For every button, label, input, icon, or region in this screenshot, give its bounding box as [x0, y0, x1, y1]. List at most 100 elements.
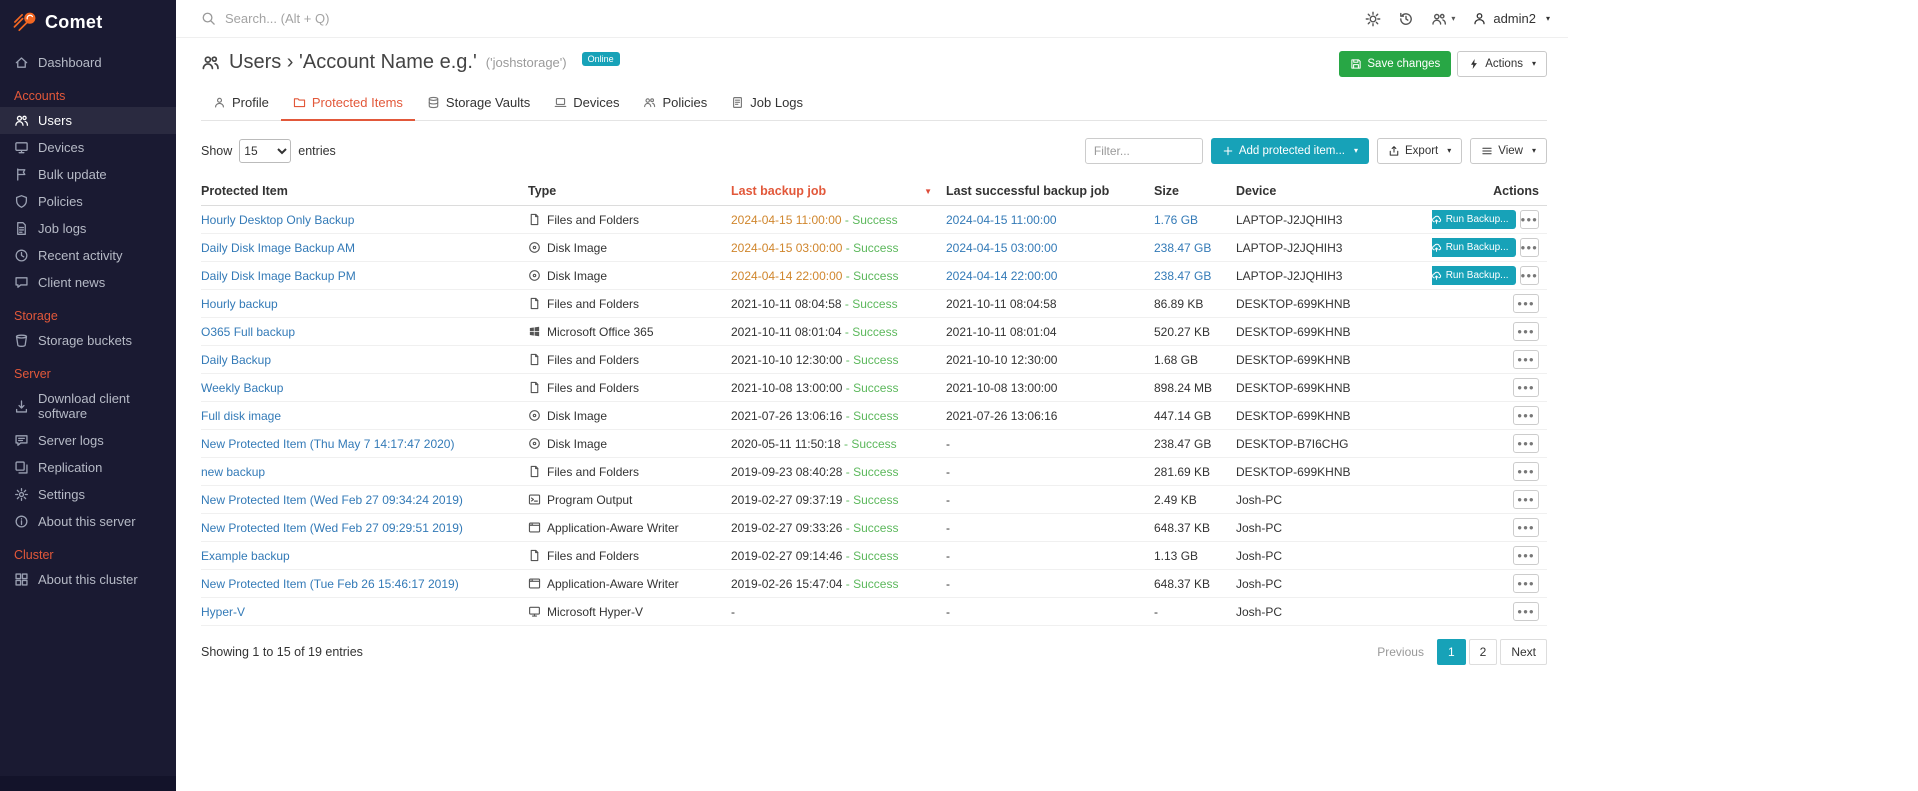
sidebar-item-label: Replication	[38, 460, 103, 475]
sidebar-item-users[interactable]: Users	[0, 107, 176, 134]
row-actions-menu-button[interactable]: ●●●	[1513, 574, 1539, 593]
sidebar-item-recent-activity[interactable]: Recent activity	[0, 242, 176, 269]
row-actions-menu-button[interactable]: ●●●	[1513, 322, 1539, 341]
view-button[interactable]: View ▾	[1470, 138, 1547, 164]
page-size-control: Show 15 entries	[201, 139, 336, 163]
add-protected-item-button[interactable]: Add protected item... ▾	[1210, 138, 1369, 164]
sidebar-item-download-client-software[interactable]: Download client software	[0, 385, 176, 427]
history-icon	[1398, 11, 1414, 27]
row-actions-menu-button[interactable]: ●●●	[1513, 602, 1539, 621]
last-successful-job-link[interactable]: 2024-04-14 22:00:00	[946, 269, 1057, 283]
row-actions-menu-button[interactable]: ●●●	[1513, 546, 1539, 565]
row-actions-menu-button[interactable]: ●●●	[1513, 378, 1539, 397]
cell-device: DESKTOP-B7I6CHG	[1236, 429, 1432, 458]
last-successful-job-link[interactable]: 2024-04-15 03:00:00	[946, 241, 1057, 255]
sidebar-item-server-logs[interactable]: Server logs	[0, 427, 176, 454]
page-next[interactable]: Next	[1500, 639, 1547, 665]
protected-item-link[interactable]: Daily Disk Image Backup AM	[201, 241, 355, 255]
sidebar-item-bulk-update[interactable]: Bulk update	[0, 161, 176, 188]
app-logo[interactable]: Comet	[0, 0, 176, 43]
page-previous[interactable]: Previous	[1367, 640, 1434, 664]
last-backup-job-link[interactable]: 2024-04-14 22:00:00	[731, 269, 842, 283]
type-label: Files and Folders	[547, 352, 640, 367]
protected-item-link[interactable]: Daily Backup	[201, 353, 271, 367]
row-actions-menu-button[interactable]: ●●●	[1513, 434, 1539, 453]
page-1[interactable]: 1	[1436, 639, 1466, 665]
entries-select[interactable]: 15	[239, 139, 292, 163]
job-status: - Success	[841, 324, 898, 339]
sidebar-item-about-this-server[interactable]: About this server	[0, 508, 176, 535]
job-status: - Success	[842, 408, 899, 423]
size-link[interactable]: 238.47 GB	[1154, 241, 1211, 255]
protected-item-link[interactable]: Hyper-V	[201, 605, 245, 619]
column-label: Last backup job	[731, 184, 827, 198]
column-header-device[interactable]: Device	[1236, 177, 1432, 206]
protected-item-link[interactable]: New Protected Item (Wed Feb 27 09:34:24 …	[201, 493, 463, 507]
row-actions-menu-button[interactable]: ●●●	[1513, 490, 1539, 509]
last-backup-job-link[interactable]: 2024-04-15 11:00:00	[731, 213, 842, 227]
last-backup-job-link: 2019-02-26 15:47:04	[731, 576, 843, 591]
tab-policies[interactable]: Policies	[631, 88, 719, 121]
size-link[interactable]: 1.76 GB	[1154, 213, 1198, 227]
row-actions-menu-button[interactable]: ●●●	[1513, 518, 1539, 537]
sidebar-item-devices[interactable]: Devices	[0, 134, 176, 161]
row-actions-menu-button[interactable]: ●●●	[1513, 406, 1539, 425]
protected-item-link[interactable]: O365 Full backup	[201, 325, 295, 339]
run-backup-button[interactable]: Run Backup...	[1432, 238, 1516, 257]
sidebar-item-label: About this server	[38, 514, 136, 529]
export-button[interactable]: Export ▾	[1377, 138, 1463, 164]
column-header-type[interactable]: Type	[528, 177, 731, 206]
account-menu[interactable]: admin2 ▾	[1472, 11, 1550, 26]
clipboard-icon	[731, 96, 744, 109]
history-button[interactable]	[1398, 11, 1414, 27]
protected-item-link[interactable]: New Protected Item (Thu May 7 14:17:47 2…	[201, 437, 454, 451]
column-header-protected-item[interactable]: Protected Item	[201, 177, 528, 206]
size-link[interactable]: 238.47 GB	[1154, 269, 1211, 283]
last-successful-job-link[interactable]: 2024-04-15 11:00:00	[946, 213, 1057, 227]
sidebar-item-about-this-cluster[interactable]: About this cluster	[0, 566, 176, 593]
sidebar-item-job-logs[interactable]: Job logs	[0, 215, 176, 242]
cell-type: Microsoft Office 365	[528, 317, 731, 346]
last-backup-job-link[interactable]: 2024-04-15 03:00:00	[731, 241, 842, 255]
sidebar-item-settings[interactable]: Settings	[0, 481, 176, 508]
sidebar-item-client-news[interactable]: Client news	[0, 269, 176, 296]
row-actions-menu-button[interactable]: ●●●	[1513, 462, 1539, 481]
protected-item-link[interactable]: Hourly Desktop Only Backup	[201, 213, 354, 227]
sidebar-item-replication[interactable]: Replication	[0, 454, 176, 481]
sidebar-item-policies[interactable]: Policies	[0, 188, 176, 215]
row-actions-menu-button[interactable]: ●●●	[1513, 294, 1539, 313]
protected-item-link[interactable]: Weekly Backup	[201, 381, 283, 395]
row-actions-menu-button[interactable]: ●●●	[1519, 238, 1539, 257]
search-input[interactable]	[225, 11, 455, 26]
protected-item-link[interactable]: Hourly backup	[201, 297, 278, 311]
row-actions-menu-button[interactable]: ●●●	[1519, 266, 1539, 285]
protected-item-link[interactable]: Daily Disk Image Backup PM	[201, 269, 356, 283]
column-header-last-backup-job[interactable]: Last backup job ▼	[731, 177, 946, 206]
protected-item-link[interactable]: Full disk image	[201, 409, 281, 423]
user-switch-menu[interactable]: ▾	[1431, 11, 1455, 27]
theme-toggle-button[interactable]	[1365, 11, 1381, 27]
caret-down-icon: ▾	[1447, 146, 1452, 155]
row-actions-menu-button[interactable]: ●●●	[1513, 350, 1539, 369]
type-label: Files and Folders	[547, 296, 640, 311]
protected-item-link[interactable]: New Protected Item (Tue Feb 26 15:46:17 …	[201, 577, 459, 591]
tab-devices[interactable]: Devices	[542, 88, 631, 121]
protected-item-link[interactable]: new backup	[201, 465, 265, 479]
actions-button[interactable]: Actions ▾	[1457, 51, 1547, 77]
filter-input[interactable]	[1084, 138, 1203, 164]
page-2[interactable]: 2	[1468, 639, 1498, 665]
tab-profile[interactable]: Profile	[201, 88, 281, 121]
protected-item-link[interactable]: Example backup	[201, 549, 290, 563]
tab-job-logs[interactable]: Job Logs	[719, 88, 815, 121]
column-header-size[interactable]: Size	[1154, 177, 1236, 206]
run-backup-button[interactable]: Run Backup...	[1432, 266, 1516, 285]
sidebar-item-storage-buckets[interactable]: Storage buckets	[0, 327, 176, 354]
run-backup-button[interactable]: Run Backup...	[1432, 210, 1516, 229]
sidebar-item-dashboard[interactable]: Dashboard	[0, 49, 176, 76]
column-header-last-successful-backup-job[interactable]: Last successful backup job	[946, 177, 1154, 206]
tab-storage-vaults[interactable]: Storage Vaults	[415, 88, 542, 121]
tab-protected-items[interactable]: Protected Items	[280, 88, 415, 121]
save-changes-button[interactable]: Save changes	[1339, 51, 1452, 77]
row-actions-menu-button[interactable]: ●●●	[1519, 210, 1539, 229]
protected-item-link[interactable]: New Protected Item (Wed Feb 27 09:29:51 …	[201, 521, 463, 535]
